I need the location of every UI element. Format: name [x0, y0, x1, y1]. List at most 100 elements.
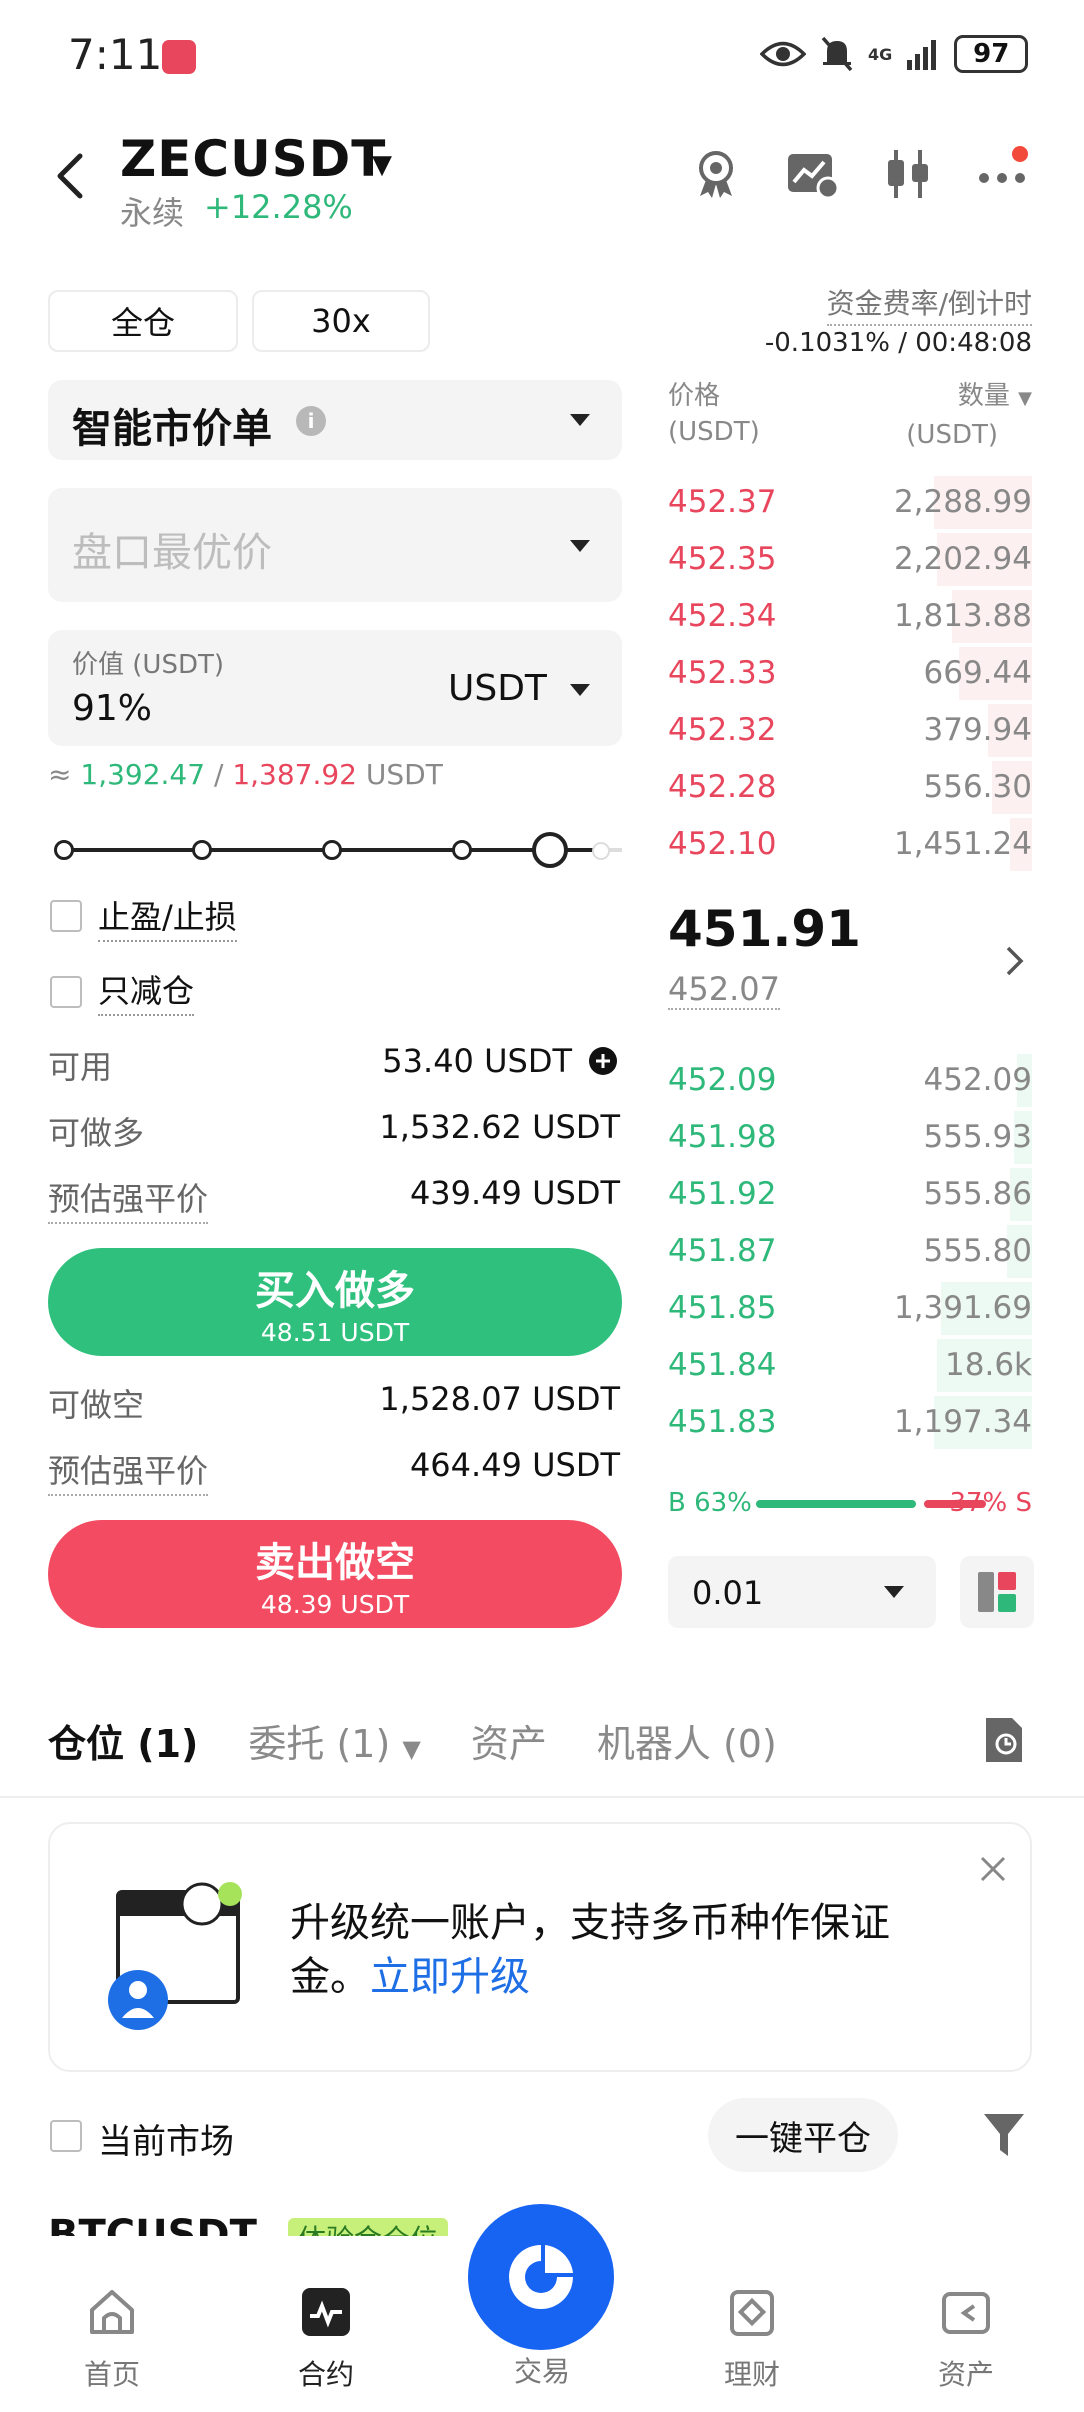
- bid-qty: 555.93: [923, 1119, 1032, 1155]
- amount-slider[interactable]: [52, 830, 622, 870]
- ask-qty: 1,451.24: [893, 826, 1032, 862]
- bid-row[interactable]: 451.85 1,391.69: [668, 1280, 1032, 1337]
- funding-rate-value: -0.1031% / 00:48:08: [764, 328, 1032, 358]
- ask-row[interactable]: 452.10 1,451.24: [668, 816, 1032, 873]
- ask-row[interactable]: 452.34 1,813.88: [668, 588, 1032, 645]
- approx-unit: USDT: [365, 758, 443, 791]
- slider-step[interactable]: [54, 840, 74, 860]
- tp-sl-label[interactable]: 止盈/止损: [98, 892, 237, 942]
- eye-icon: [760, 41, 806, 67]
- bid-row[interactable]: 452.09 452.09: [668, 1052, 1032, 1109]
- layout-icon: [978, 1572, 1016, 1612]
- back-arrow-icon[interactable]: [50, 148, 90, 204]
- sell-short-amount: 48.39 USDT: [260, 1590, 410, 1619]
- pair-title[interactable]: ZECUSDT: [120, 130, 386, 188]
- max-short-label: 可做空: [48, 1386, 145, 1424]
- status-bar: 7:11 4G 97: [0, 0, 1084, 110]
- current-market-checkbox[interactable]: [50, 2120, 82, 2152]
- reduce-only-label[interactable]: 只减仓: [98, 966, 195, 1016]
- tab-positions[interactable]: 仓位 (1): [48, 1713, 198, 1768]
- nav-assets-label: 资产: [937, 2358, 994, 2391]
- add-funds-icon[interactable]: [588, 1046, 618, 1076]
- slider-step[interactable]: [592, 842, 610, 860]
- status-icons: 4G 97: [760, 32, 1029, 76]
- bid-row[interactable]: 451.98 555.93: [668, 1109, 1032, 1166]
- orderbook-qty-header[interactable]: 数量 ▼ (USDT): [906, 378, 1032, 453]
- info-icon[interactable]: i: [296, 406, 326, 436]
- bid-qty: 452.09: [923, 1062, 1032, 1098]
- filter-icon[interactable]: [982, 2110, 1026, 2160]
- ask-row[interactable]: 452.35 2,202.94: [668, 531, 1032, 588]
- nav-earn[interactable]: 理财: [692, 2286, 812, 2393]
- buy-long-amount: 48.51 USDT: [260, 1318, 410, 1347]
- ask-price: 452.33: [668, 655, 777, 691]
- bid-row[interactable]: 451.84 18.6k: [668, 1337, 1032, 1394]
- current-market-label[interactable]: 当前市场: [98, 2114, 234, 2163]
- liq-long-label[interactable]: 预估强平价: [48, 1174, 209, 1224]
- ask-row[interactable]: 452.37 2,288.99: [668, 474, 1032, 531]
- mark-price[interactable]: 452.07: [668, 970, 780, 1010]
- order-type-select[interactable]: 智能市价单 i: [48, 380, 622, 460]
- approx-prefix: ≈: [48, 758, 72, 791]
- buy-long-button[interactable]: 买入做多 48.51 USDT: [48, 1248, 622, 1356]
- bid-price: 451.84: [668, 1347, 777, 1383]
- slider-step[interactable]: [322, 840, 342, 860]
- nav-trade-button[interactable]: [468, 2204, 614, 2350]
- ask-row[interactable]: 452.32 379.94: [668, 702, 1032, 759]
- slider-step[interactable]: [452, 840, 472, 860]
- close-all-button[interactable]: 一键平仓: [708, 2098, 898, 2172]
- margin-mode-button[interactable]: 全仓: [48, 290, 238, 352]
- candlestick-icon[interactable]: [880, 146, 936, 202]
- price-header-unit: (USDT): [668, 417, 760, 447]
- history-document-icon[interactable]: [982, 1716, 1024, 1764]
- bid-qty: 1,197.34: [893, 1404, 1032, 1440]
- leverage-button[interactable]: 30x: [252, 290, 430, 352]
- tab-orders-label: 委托 (1): [248, 1721, 391, 1766]
- ask-price: 452.35: [668, 541, 777, 577]
- precision-select[interactable]: 0.01: [668, 1556, 936, 1628]
- sell-ratio: 37% S: [949, 1488, 1032, 1518]
- approx-long: 1,392.47: [80, 758, 206, 791]
- bid-qty: 555.86: [923, 1176, 1032, 1212]
- tab-assets[interactable]: 资产: [471, 1713, 547, 1768]
- liq-short-label[interactable]: 预估强平价: [48, 1446, 209, 1496]
- reduce-only-checkbox[interactable]: [50, 976, 82, 1008]
- award-badge-icon[interactable]: [688, 146, 744, 202]
- notification-dot: [1012, 146, 1028, 162]
- ask-row[interactable]: 452.33 669.44: [668, 645, 1032, 702]
- chevron-right-icon[interactable]: [1004, 944, 1026, 978]
- ask-row[interactable]: 452.28 556.30: [668, 759, 1032, 816]
- bid-row[interactable]: 451.92 555.86: [668, 1166, 1032, 1223]
- nav-assets[interactable]: 资产: [906, 2286, 1026, 2393]
- price-input[interactable]: 盘口最优价: [48, 488, 622, 602]
- slider-thumb[interactable]: [532, 832, 568, 868]
- orderbook-layout-button[interactable]: [960, 1556, 1034, 1628]
- ask-qty: 2,288.99: [893, 484, 1032, 520]
- sell-short-button[interactable]: 卖出做空 48.39 USDT: [48, 1520, 622, 1628]
- value-input[interactable]: 价值 (USDT) 91% USDT: [48, 630, 622, 746]
- nav-futures[interactable]: 合约: [266, 2286, 386, 2393]
- nav-home[interactable]: 首页: [52, 2286, 172, 2393]
- slider-step[interactable]: [192, 840, 212, 860]
- pair-dropdown-icon[interactable]: ▼: [372, 150, 392, 180]
- price-placeholder: 盘口最优价: [72, 530, 272, 576]
- close-icon[interactable]: [978, 1854, 1008, 1884]
- funding-rate-label[interactable]: 资金费率/倒计时: [826, 282, 1032, 326]
- tp-sl-checkbox[interactable]: [50, 900, 82, 932]
- tab-orders[interactable]: 委托 (1) ▼: [248, 1713, 420, 1768]
- bid-row[interactable]: 451.83 1,197.34: [668, 1394, 1032, 1451]
- ask-qty: 379.94: [923, 712, 1032, 748]
- caret-down-icon: [884, 1586, 904, 1598]
- value-amount[interactable]: 91%: [72, 688, 152, 729]
- value-unit-select[interactable]: USDT: [448, 668, 547, 709]
- tab-divider: [0, 1796, 1084, 1798]
- qty-header-unit: (USDT): [906, 420, 998, 450]
- upgrade-link[interactable]: 立即升级: [370, 1954, 530, 2000]
- contract-type: 永续: [120, 194, 185, 232]
- tab-bots[interactable]: 机器人 (0): [597, 1713, 777, 1768]
- order-type-label: 智能市价单: [72, 406, 272, 452]
- bid-qty: 18.6k: [945, 1347, 1032, 1383]
- bid-row[interactable]: 451.87 555.80: [668, 1223, 1032, 1280]
- chart-settings-icon[interactable]: [784, 146, 840, 202]
- ask-qty: 556.30: [923, 769, 1032, 805]
